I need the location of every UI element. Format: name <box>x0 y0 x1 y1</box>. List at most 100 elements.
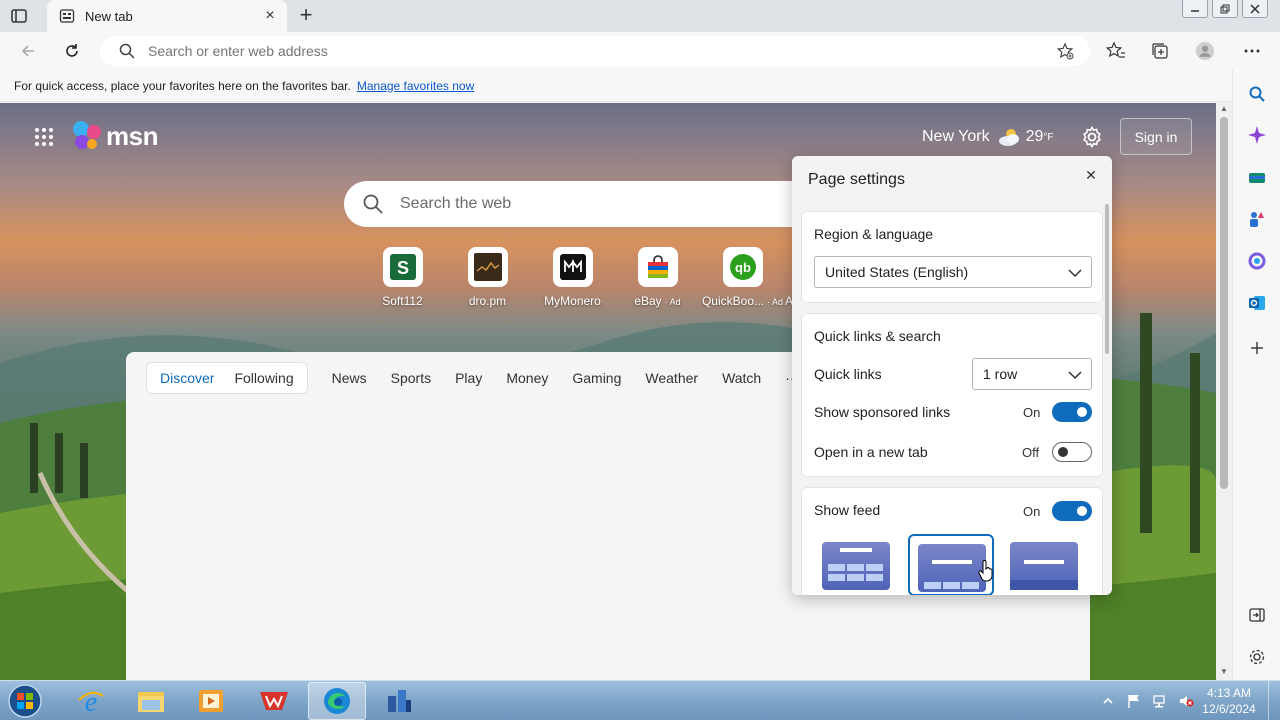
shopping-icon[interactable] <box>1247 167 1267 187</box>
add-favorite-icon[interactable] <box>1056 42 1074 60</box>
mymonero-icon <box>552 247 593 287</box>
scroll-up-arrow-icon[interactable]: ▲ <box>1220 105 1228 113</box>
tab-discover[interactable]: Discover <box>150 370 224 386</box>
tab-money[interactable]: Money <box>506 370 548 386</box>
outlook-icon[interactable] <box>1247 293 1267 313</box>
network-icon[interactable] <box>1152 693 1168 709</box>
page-settings-gear-icon[interactable] <box>1080 125 1104 149</box>
sponsored-links-toggle[interactable] <box>1052 402 1092 422</box>
tab-weather[interactable]: Weather <box>645 370 698 386</box>
games-icon[interactable] <box>1247 209 1267 229</box>
collections-icon[interactable] <box>1150 41 1170 61</box>
scroll-down-arrow-icon[interactable]: ▼ <box>1220 668 1228 676</box>
tab-watch[interactable]: Watch <box>722 370 761 386</box>
more-options-icon[interactable] <box>1242 41 1262 61</box>
quick-links-rows-value: 1 row <box>983 366 1018 382</box>
quick-link-dropm[interactable]: dro.pm <box>445 247 530 308</box>
quick-link-quickbooks[interactable]: qb QuickBoo... · Ad <box>700 247 785 308</box>
quick-link-ebay[interactable]: eBay · Ad <box>615 247 700 308</box>
quick-links-search-heading: Quick links & search <box>814 328 941 344</box>
copilot-sparkle-icon[interactable] <box>1247 125 1267 145</box>
quick-link-label: eBay <box>634 294 662 308</box>
open-new-tab-label: Open in a new tab <box>814 444 928 460</box>
minimize-button[interactable] <box>1182 0 1208 18</box>
apps-grid-icon[interactable] <box>34 127 54 147</box>
region-heading: Region & language <box>814 226 934 242</box>
address-input[interactable] <box>148 43 1056 59</box>
region-selected: United States (English) <box>825 264 969 280</box>
tab-close-icon[interactable]: × <box>262 8 278 24</box>
profile-avatar[interactable] <box>1195 41 1215 61</box>
back-arrow-icon[interactable] <box>17 40 39 62</box>
svg-text:qb: qb <box>735 260 751 275</box>
microsoft-365-icon[interactable] <box>1247 251 1267 271</box>
feed-nav: Discover Following News Sports Play Mone… <box>146 362 799 394</box>
sidebar-search-icon[interactable] <box>1247 84 1267 104</box>
volume-muted-icon[interactable] <box>1178 693 1194 709</box>
refresh-icon[interactable] <box>61 40 83 62</box>
panel-scroll-thumb[interactable] <box>1105 204 1109 354</box>
tab-news[interactable]: News <box>332 370 367 386</box>
file-explorer-icon[interactable] <box>122 682 180 720</box>
media-player-icon[interactable] <box>182 682 240 720</box>
msn-logo[interactable]: msn <box>72 120 158 152</box>
manage-favorites-link[interactable]: Manage favorites now <box>357 79 474 93</box>
quick-link-label: MyMonero <box>544 294 601 308</box>
show-desktop-button[interactable] <box>1268 681 1280 720</box>
quick-link-mymonero[interactable]: MyMonero <box>530 247 615 308</box>
web-search-placeholder: Search the web <box>400 195 512 212</box>
open-new-tab-state: Off <box>1022 445 1040 460</box>
start-button[interactable] <box>6 683 44 719</box>
weather-widget[interactable]: New York 29 °F <box>922 126 1054 148</box>
layout-option-headings[interactable] <box>908 534 994 595</box>
layout-option-image[interactable] <box>1002 534 1088 595</box>
tab-sports[interactable]: Sports <box>391 370 431 386</box>
system-tray <box>1100 681 1204 720</box>
add-sidebar-app-icon[interactable] <box>1247 338 1267 358</box>
quick-link-label: Soft112 <box>382 294 423 308</box>
ad-badge: · Ad <box>767 297 784 307</box>
wps-office-icon[interactable] <box>245 682 303 720</box>
layout-option-grid[interactable] <box>814 534 900 595</box>
favorites-icon[interactable] <box>1106 41 1126 61</box>
tab-play[interactable]: Play <box>455 370 482 386</box>
sidebar-settings-icon[interactable] <box>1247 647 1267 667</box>
new-tab-button[interactable]: + <box>296 4 316 26</box>
msn-butterfly-icon <box>73 121 101 149</box>
action-center-flag-icon[interactable] <box>1126 693 1142 709</box>
open-new-tab-toggle[interactable] <box>1052 442 1092 462</box>
feed-card: Show feed On <box>801 487 1103 595</box>
scroll-thumb[interactable] <box>1220 117 1228 489</box>
tab-following[interactable]: Following <box>224 370 303 386</box>
svg-text:S: S <box>396 258 408 278</box>
show-feed-heading: Show feed <box>814 502 881 518</box>
sponsored-links-label: Show sponsored links <box>814 404 951 420</box>
network-app-icon[interactable] <box>370 682 428 720</box>
layout-image-thumbnail <box>1010 542 1078 590</box>
layout-headings-thumbnail <box>918 544 986 592</box>
show-hidden-icons-icon[interactable] <box>1100 693 1116 709</box>
restore-button[interactable] <box>1212 0 1238 18</box>
edge-taskbar-icon[interactable] <box>308 682 366 720</box>
hide-sidebar-icon[interactable] <box>1247 605 1267 625</box>
close-icon[interactable]: ✕ <box>1083 167 1099 183</box>
quick-links-rows-select[interactable]: 1 row <box>972 358 1092 390</box>
partly-cloudy-icon <box>998 129 1019 146</box>
browser-toolbar <box>0 32 1280 70</box>
region-select[interactable]: United States (English) <box>814 256 1092 288</box>
web-search-box[interactable]: Search the web <box>344 181 814 227</box>
web-search-icon <box>362 193 384 215</box>
page-scrollbar[interactable]: ▲ ▼ <box>1216 103 1232 680</box>
tab-gaming[interactable]: Gaming <box>572 370 621 386</box>
tab-actions-icon[interactable] <box>10 7 28 25</box>
search-icon <box>118 42 136 60</box>
sign-in-button[interactable]: Sign in <box>1120 118 1192 155</box>
tab-new-tab[interactable]: New tab × <box>47 0 287 32</box>
clock-time: 4:13 AM <box>1206 686 1252 700</box>
close-window-button[interactable] <box>1242 0 1268 18</box>
address-bar[interactable] <box>100 36 1090 66</box>
system-clock[interactable]: 4:13 AM 12/6/2024 <box>1196 685 1262 717</box>
internet-explorer-icon[interactable]: e <box>62 682 120 720</box>
quick-link-soft112[interactable]: S Soft112 <box>360 247 445 308</box>
show-feed-toggle[interactable] <box>1052 501 1092 521</box>
